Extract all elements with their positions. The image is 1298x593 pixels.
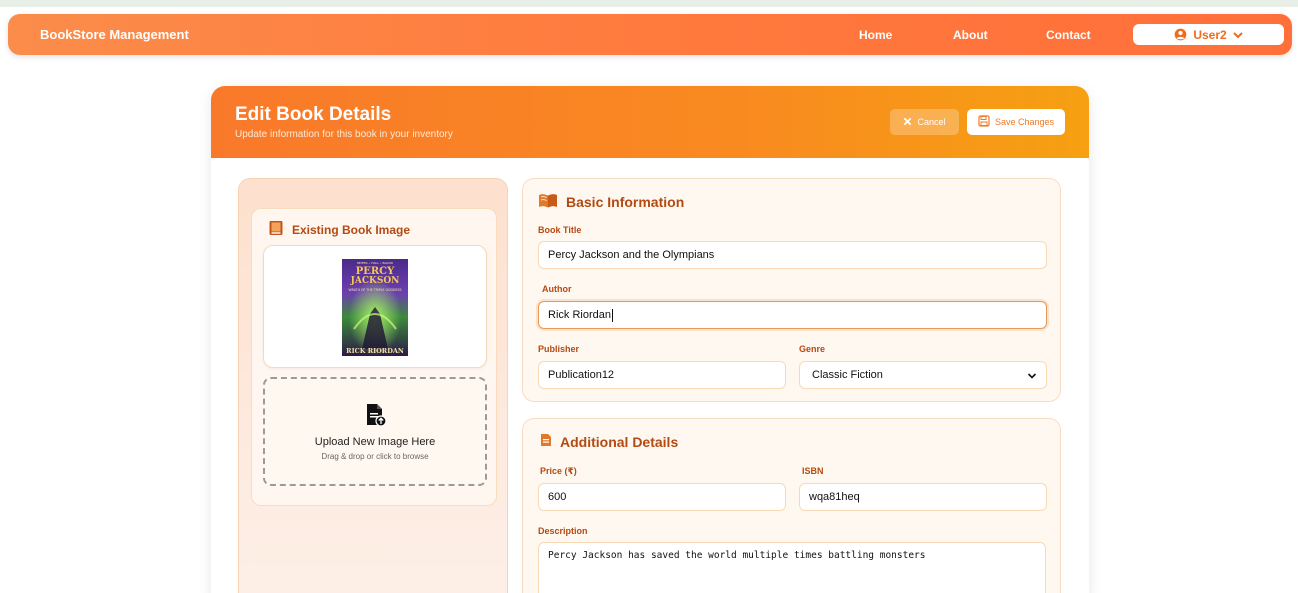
edit-book-card: Edit Book Details Update information for… (211, 86, 1089, 593)
book-title-label: Book Title (538, 225, 582, 235)
book-icon (268, 220, 284, 239)
nav-contact-link[interactable]: Contact (1046, 28, 1091, 42)
author-value: Rick Riordan (548, 309, 611, 321)
book-title-input[interactable]: Percy Jackson and the Olympians (538, 241, 1047, 269)
price-value: 600 (548, 491, 567, 503)
cover-top-text: HEIFER • HALL • BLOOD (357, 261, 394, 265)
publisher-value: Publication12 (548, 369, 615, 381)
upload-subtitle: Drag & drop or click to browse (321, 452, 429, 461)
book-cover-image: HEIFER • HALL • BLOOD PERCY JACKSON WRAT… (342, 259, 408, 356)
basic-info-heading: Basic Information (538, 193, 684, 211)
image-preview-frame: HEIFER • HALL • BLOOD PERCY JACKSON WRAT… (263, 245, 487, 368)
existing-image-heading: Existing Book Image (268, 220, 410, 239)
user-circle-icon (1174, 28, 1187, 41)
basic-info-title: Basic Information (566, 194, 685, 210)
save-button[interactable]: Save Changes (967, 109, 1065, 135)
upload-title: Upload New Image Here (314, 436, 436, 448)
isbn-label: ISBN (802, 466, 824, 476)
page-subtitle: Update information for this book in your… (235, 129, 453, 140)
open-book-icon (538, 193, 558, 211)
genre-label: Genre (799, 344, 826, 354)
brand-title[interactable]: BookStore Management (40, 27, 189, 42)
existing-image-box: Existing Book Image HEIFER • HALL • BLOO… (251, 208, 497, 506)
image-upload-dropzone[interactable]: Upload New Image Here Drag & drop or cli… (263, 377, 487, 486)
cancel-label: Cancel (917, 117, 946, 127)
cover-author: RICK RIORDAN (346, 347, 404, 355)
chevron-down-icon (1027, 371, 1037, 383)
book-title-value: Percy Jackson and the Olympians (548, 249, 715, 261)
price-input[interactable]: 600 (538, 483, 786, 511)
publisher-input[interactable]: Publication12 (538, 361, 786, 389)
genre-select[interactable]: Classic Fiction (799, 361, 1047, 389)
cover-line3: WRATH OF THE TRIPLE GODDESS (348, 288, 401, 292)
document-icon (540, 433, 552, 450)
description-textarea[interactable]: Percy Jackson has saved the world multip… (538, 542, 1046, 593)
file-upload-icon (365, 403, 387, 432)
browser-top-strip (0, 0, 1298, 7)
isbn-input[interactable]: wqa81heq (799, 483, 1047, 511)
chevron-down-icon (1232, 31, 1243, 39)
genre-value: Classic Fiction (812, 369, 883, 381)
additional-details-title: Additional Details (560, 433, 679, 450)
publisher-label: Publisher (538, 344, 580, 354)
nav-home-link[interactable]: Home (859, 28, 892, 42)
additional-details-heading: Additional Details (540, 433, 678, 450)
user-menu-button[interactable]: User2 (1133, 24, 1284, 45)
cancel-button[interactable]: Cancel (890, 109, 959, 135)
navbar: BookStore Management Home About Contact … (8, 14, 1292, 55)
price-label: Price (₹) (540, 466, 577, 476)
author-label: Author (542, 284, 572, 294)
save-icon (978, 115, 990, 129)
basic-information-section: Basic Information Book Title Percy Jacks… (522, 178, 1061, 402)
isbn-value: wqa81heq (809, 491, 860, 503)
cover-line2: JACKSON (350, 276, 400, 286)
image-panel: Existing Book Image HEIFER • HALL • BLOO… (238, 178, 508, 593)
additional-details-section: Additional Details Price (₹) 600 ISBN wq… (522, 418, 1061, 593)
user-name: User2 (1193, 27, 1227, 42)
description-value: Percy Jackson has saved the world multip… (548, 550, 926, 561)
page-title: Edit Book Details (235, 104, 392, 125)
description-label: Description (538, 526, 588, 536)
close-icon (903, 117, 912, 128)
card-header: Edit Book Details Update information for… (211, 86, 1089, 158)
author-input[interactable]: Rick Riordan (538, 301, 1047, 329)
nav-about-link[interactable]: About (953, 28, 988, 42)
text-caret (611, 308, 613, 322)
existing-image-title: Existing Book Image (292, 222, 411, 237)
save-label: Save Changes (994, 117, 1055, 127)
